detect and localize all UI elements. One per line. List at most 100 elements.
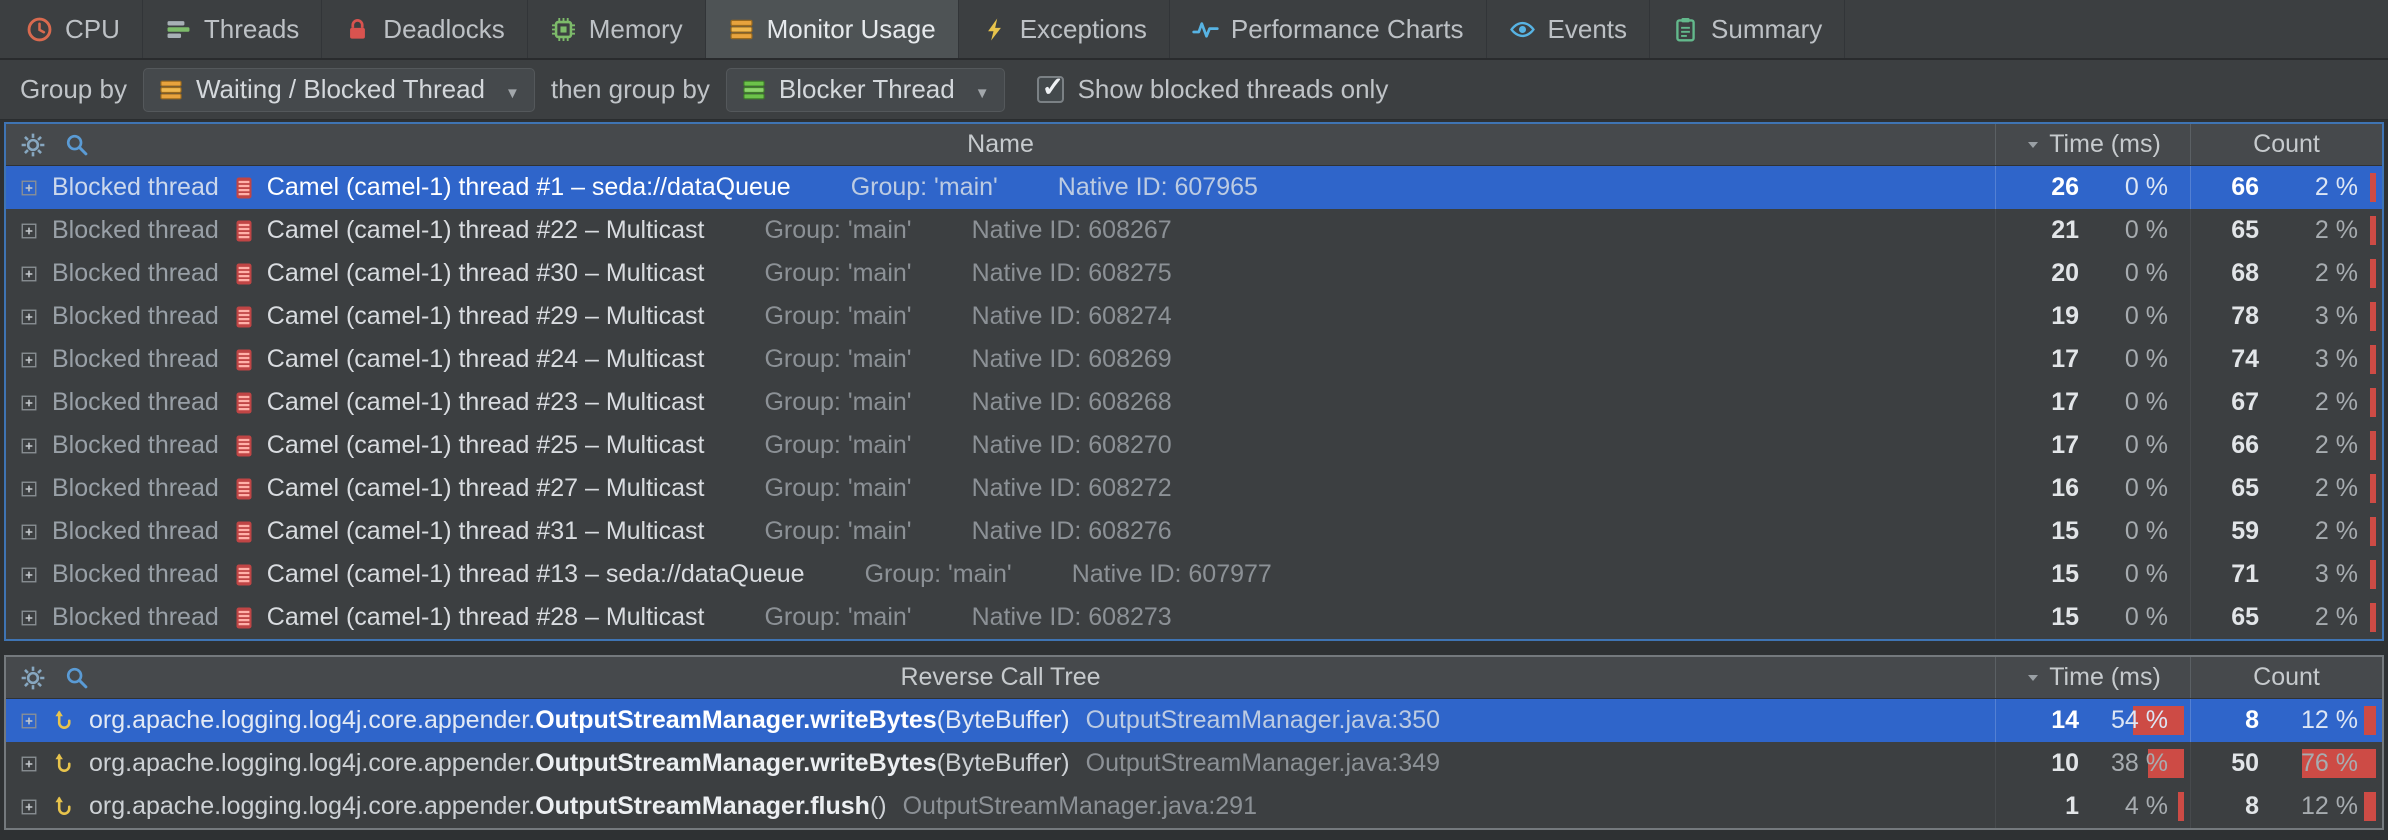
group-by-combo-value: Waiting / Blocked Thread [196, 74, 485, 105]
tab-deadlocks[interactable]: Deadlocks [322, 0, 527, 58]
threads-table-header: Name Time (ms) Count [6, 124, 2382, 166]
tab-exceptions[interactable]: Exceptions [959, 0, 1170, 58]
group-by-combo[interactable]: Waiting / Blocked Thread [143, 68, 535, 112]
blocked-thread-row[interactable]: Blocked threadCamel (camel-1) thread #28… [6, 596, 2382, 639]
expander-plus-icon[interactable] [20, 351, 38, 369]
call-tree-row[interactable]: org.apache.logging.log4j.core.appender. O… [6, 699, 2382, 742]
expander-plus-icon[interactable] [20, 712, 38, 730]
expander-plus-icon[interactable] [20, 179, 38, 197]
blocked-thread-icon [235, 219, 253, 243]
time-percent-cell: 38 % [2095, 742, 2190, 785]
show-blocked-threads-only-checkbox[interactable]: Show blocked threads only [1037, 74, 1389, 105]
tab-summary[interactable]: Summary [1650, 0, 1845, 58]
thread-native-id: Native ID: 608268 [972, 388, 1172, 417]
blocked-thread-row[interactable]: Blocked threadCamel (camel-1) thread #27… [6, 467, 2382, 510]
tab-label: Deadlocks [383, 14, 504, 45]
count-value-cell: 78 [2190, 295, 2285, 338]
tab-label: Threads [204, 14, 299, 45]
expander-plus-icon[interactable] [20, 523, 38, 541]
count-percent-cell: 3 % [2285, 295, 2382, 338]
blocked-thread-icon [235, 176, 253, 200]
count-percent-cell: 12 % [2285, 785, 2382, 828]
expander-plus-icon[interactable] [20, 566, 38, 584]
thread-name: Camel (camel-1) thread #30 – Multicast [267, 259, 705, 288]
method-package: org.apache.logging.log4j.core.appender. [89, 749, 535, 778]
tab-performance-charts[interactable]: Performance Charts [1170, 0, 1487, 58]
count-percent-cell: 2 % [2285, 424, 2382, 467]
thread-name: Camel (camel-1) thread #29 – Multicast [267, 302, 705, 331]
tab-memory[interactable]: Memory [528, 0, 706, 58]
backtrace-hook-icon [52, 752, 75, 775]
blocked-thread-row[interactable]: Blocked threadCamel (camel-1) thread #23… [6, 381, 2382, 424]
blocked-thread-row[interactable]: Blocked threadCamel (camel-1) thread #25… [6, 424, 2382, 467]
thread-row-name-cell: Blocked threadCamel (camel-1) thread #30… [6, 259, 1995, 288]
count-value-cell: 66 [2190, 166, 2285, 209]
thread-kind-label: Blocked thread [52, 474, 219, 503]
blocked-thread-icon [235, 262, 253, 286]
thread-native-id: Native ID: 608273 [972, 603, 1172, 632]
time-value-cell: 26 [1995, 166, 2095, 209]
time-value-cell: 20 [1995, 252, 2095, 295]
expander-plus-icon[interactable] [20, 265, 38, 283]
expander-plus-icon[interactable] [20, 437, 38, 455]
tab-events[interactable]: Events [1487, 0, 1651, 58]
tab-monitor-usage[interactable]: Monitor Usage [706, 0, 959, 58]
tab-cpu[interactable]: CPU [4, 0, 143, 58]
blocked-thread-row[interactable]: Blocked threadCamel (camel-1) thread #30… [6, 252, 2382, 295]
sort-desc-icon [2025, 137, 2041, 153]
time-column-header[interactable]: Time (ms) [1995, 657, 2190, 698]
source-location: OutputStreamManager.java:350 [1086, 706, 1440, 735]
blocked-thread-row[interactable]: Blocked threadCamel (camel-1) thread #1 … [6, 166, 2382, 209]
thread-row-name-cell: Blocked threadCamel (camel-1) thread #13… [6, 560, 1995, 589]
expander-plus-icon[interactable] [20, 798, 38, 816]
expander-plus-icon[interactable] [20, 609, 38, 627]
count-value-cell: 50 [2190, 742, 2285, 785]
time-percent-cell: 0 % [2095, 252, 2190, 295]
blocked-thread-icon [235, 563, 253, 587]
blocked-thread-row[interactable]: Blocked threadCamel (camel-1) thread #31… [6, 510, 2382, 553]
settings-gear-icon[interactable] [20, 132, 46, 158]
thread-group: Group: 'main' [764, 474, 911, 503]
expander-plus-icon[interactable] [20, 755, 38, 773]
expander-plus-icon[interactable] [20, 394, 38, 412]
blocked-threads-table-panel: Name Time (ms) Count Blocked threadCamel… [4, 122, 2384, 641]
then-group-by-combo[interactable]: Blocker Thread [726, 68, 1005, 112]
source-location: OutputStreamManager.java:349 [1086, 749, 1440, 778]
thread-row-name-cell: Blocked threadCamel (camel-1) thread #1 … [6, 173, 1995, 202]
count-percent-cell: 76 % [2285, 742, 2382, 785]
time-column-header[interactable]: Time (ms) [1995, 124, 2190, 165]
time-percent-cell: 0 % [2095, 381, 2190, 424]
method-name: OutputStreamManager.flush [535, 792, 870, 821]
call-tree-row[interactable]: org.apache.logging.log4j.core.appender.O… [6, 785, 2382, 828]
count-value-cell: 71 [2190, 553, 2285, 596]
thread-group: Group: 'main' [865, 560, 1012, 589]
count-value-cell: 65 [2190, 467, 2285, 510]
table-header-icons [20, 657, 89, 698]
search-icon[interactable] [64, 665, 89, 690]
thread-native-id: Native ID: 608276 [972, 517, 1172, 546]
count-column-header[interactable]: Count [2190, 124, 2382, 165]
blocked-thread-row[interactable]: Blocked threadCamel (camel-1) thread #22… [6, 209, 2382, 252]
method-package: org.apache.logging.log4j.core.appender. [89, 792, 535, 821]
blocked-thread-row[interactable]: Blocked threadCamel (camel-1) thread #29… [6, 295, 2382, 338]
expander-plus-icon[interactable] [20, 308, 38, 326]
expander-plus-icon[interactable] [20, 480, 38, 498]
thread-name: Camel (camel-1) thread #25 – Multicast [267, 431, 705, 460]
settings-gear-icon[interactable] [20, 665, 46, 691]
method-package: org.apache.logging.log4j.core.appender. [89, 706, 535, 735]
search-icon[interactable] [64, 132, 89, 157]
count-percent-cell: 2 % [2285, 166, 2382, 209]
expander-plus-icon[interactable] [20, 222, 38, 240]
call-tree-row[interactable]: org.apache.logging.log4j.core.appender.O… [6, 742, 2382, 785]
method-name: OutputStreamManager.writeBytes [535, 749, 937, 778]
blocked-thread-row[interactable]: Blocked threadCamel (camel-1) thread #24… [6, 338, 2382, 381]
then-group-by-label: then group by [551, 74, 710, 105]
time-percent-cell: 0 % [2095, 424, 2190, 467]
tab-threads[interactable]: Threads [143, 0, 322, 58]
count-column-header[interactable]: Count [2190, 657, 2382, 698]
thread-kind-label: Blocked thread [52, 603, 219, 632]
blocked-thread-icon [235, 606, 253, 630]
name-column-header[interactable]: Name [6, 130, 1995, 159]
blocked-thread-row[interactable]: Blocked threadCamel (camel-1) thread #13… [6, 553, 2382, 596]
checkbox-icon[interactable] [1037, 76, 1064, 103]
